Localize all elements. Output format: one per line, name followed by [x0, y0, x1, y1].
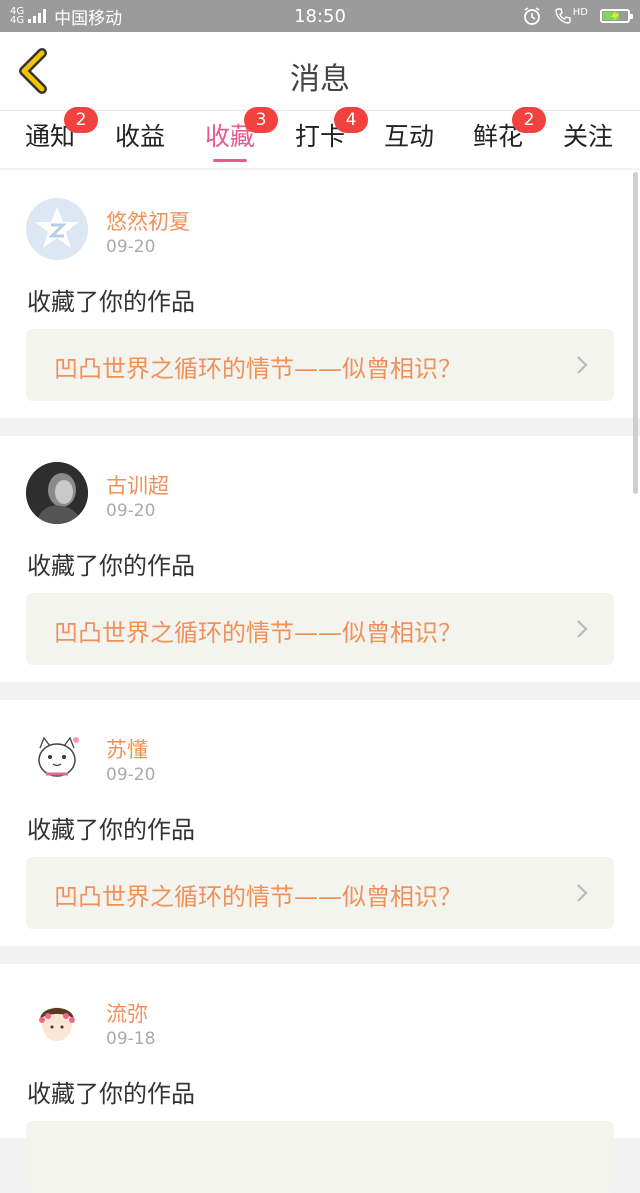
- header-bar: 消息: [0, 32, 640, 111]
- scrollbar[interactable]: [633, 172, 638, 494]
- username[interactable]: 流弥: [106, 998, 148, 1028]
- hd-label: HD: [572, 6, 588, 18]
- battery-icon: [600, 9, 633, 23]
- message-card: 苏懂 09-20 收藏了你的作品 凹凸世界之循环的情节——似曾相识？: [0, 700, 640, 946]
- tab-label: 关注: [562, 122, 613, 151]
- username[interactable]: 悠然初夏: [106, 206, 190, 236]
- work-title: 凹凸世界之循环的情节——似曾相识？: [54, 355, 462, 383]
- cartoon-girl-avatar-icon: [26, 990, 88, 1052]
- message-date: 09-20: [106, 765, 156, 785]
- chevron-right-icon: [577, 884, 588, 902]
- avatar[interactable]: [26, 462, 88, 524]
- action-text: 收藏了你的作品: [27, 816, 195, 844]
- tab-interactions[interactable]: 互动: [379, 119, 439, 165]
- tab-notifications[interactable]: 通知 2: [20, 107, 98, 165]
- cartoon-avatar-icon: [26, 726, 88, 788]
- status-left: 4G 4G 中国移动: [10, 4, 122, 29]
- status-right: HD: [522, 6, 633, 26]
- work-link[interactable]: 凹凸世界之循环的情节——似曾相识？: [26, 593, 614, 665]
- signal-icon: [28, 9, 47, 23]
- active-tab-indicator: [213, 159, 247, 162]
- tab-label: 互动: [383, 122, 434, 151]
- count-badge: 2: [512, 107, 546, 133]
- action-text: 收藏了你的作品: [27, 552, 195, 580]
- avatar[interactable]: [26, 990, 88, 1052]
- count-badge: 4: [334, 107, 368, 133]
- network-type-2: 4G: [10, 15, 25, 26]
- phone-icon: [555, 8, 571, 24]
- chevron-right-icon: [577, 620, 588, 638]
- hd-call-indicator: HD: [554, 7, 588, 25]
- page-title: 消息: [290, 62, 350, 97]
- default-avatar-icon: [26, 198, 88, 260]
- message-date: 09-20: [106, 501, 156, 521]
- tab-flowers[interactable]: 鲜花 2: [468, 107, 546, 165]
- count-badge: 3: [244, 107, 278, 133]
- carrier-name: 中国移动: [54, 8, 123, 29]
- network-indicator: 4G 4G: [10, 7, 25, 26]
- avatar[interactable]: [26, 198, 88, 260]
- status-bar: 4G 4G 中国移动 18:50 HD: [0, 0, 640, 32]
- message-card: 悠然初夏 09-20 收藏了你的作品 凹凸世界之循环的情节——似曾相识？: [0, 170, 640, 418]
- alarm-icon: [523, 7, 540, 25]
- message-date: 09-18: [106, 1029, 156, 1049]
- work-title: 凹凸世界之循环的情节——似曾相识？: [54, 883, 462, 911]
- username[interactable]: 苏懂: [106, 734, 148, 764]
- message-card: 流弥 09-18 收藏了你的作品: [0, 964, 640, 1193]
- action-text: 收藏了你的作品: [27, 1080, 195, 1108]
- charging-icon: [611, 10, 619, 22]
- work-link[interactable]: 凹凸世界之循环的情节——似曾相识？: [26, 329, 614, 401]
- message-date: 09-20: [106, 237, 156, 257]
- tab-earnings[interactable]: 收益: [110, 119, 170, 165]
- tab-checkin[interactable]: 打卡 4: [290, 107, 368, 165]
- chevron-right-icon: [577, 356, 588, 374]
- tab-favorites[interactable]: 收藏 3: [200, 107, 278, 165]
- action-text: 收藏了你的作品: [27, 288, 195, 316]
- work-link[interactable]: 凹凸世界之循环的情节——似曾相识？: [26, 857, 614, 929]
- tab-following[interactable]: 关注: [558, 119, 618, 165]
- work-link[interactable]: [26, 1121, 614, 1193]
- message-card: 古训超 09-20 收藏了你的作品 凹凸世界之循环的情节——似曾相识？: [0, 436, 640, 682]
- count-badge: 2: [64, 107, 98, 133]
- tab-bar: 通知 2 收益 收藏 3 打卡 4 互动 鲜花 2 关注: [0, 107, 640, 168]
- avatar[interactable]: [26, 726, 88, 788]
- username[interactable]: 古训超: [106, 470, 169, 500]
- tab-label: 收益: [114, 122, 165, 151]
- work-title: 凹凸世界之循环的情节——似曾相识？: [54, 619, 462, 647]
- user-photo-icon: [26, 462, 88, 524]
